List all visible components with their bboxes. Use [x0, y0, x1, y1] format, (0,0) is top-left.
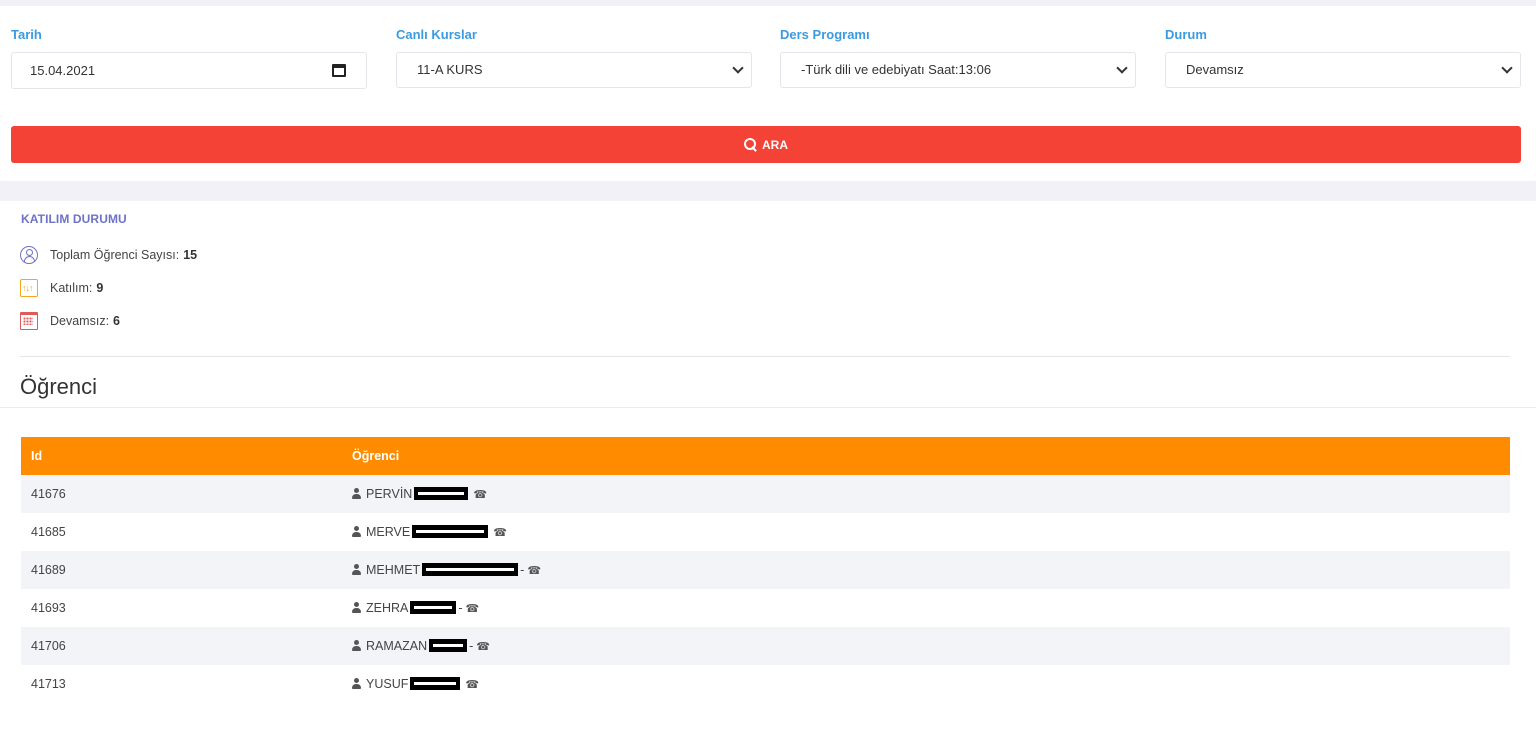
- total-students-stat: Toplam Öğrenci Sayısı: 15: [20, 246, 197, 264]
- separator-dash: -: [520, 563, 525, 577]
- table-body: 41676 PERVİN ☎ 41685 MERVE ☎ 41689 MEHMET - ☎ 4169…: [21, 475, 1510, 703]
- schedule-value: -Türk dili ve edebiyatı Saat:13:06: [801, 62, 992, 77]
- search-button[interactable]: ARA: [11, 126, 1521, 163]
- student-name: YUSUF: [366, 677, 409, 691]
- student-cell: MEHMET - ☎: [342, 551, 1510, 589]
- phone-icon[interactable]: ☎: [527, 565, 541, 577]
- course-field: Canlı Kurslar 11-A KURS: [396, 27, 752, 88]
- user-icon: [352, 564, 362, 575]
- table-header-row: Id Öğrenci: [21, 437, 1510, 475]
- sliders-icon: [20, 279, 38, 297]
- course-label: Canlı Kurslar: [396, 27, 477, 42]
- date-field: Tarih 15.04.2021: [11, 27, 367, 89]
- redacted-surname: [429, 639, 468, 652]
- student-name: PERVİN: [366, 487, 413, 501]
- total-students-value: 15: [183, 248, 198, 262]
- date-input[interactable]: 15.04.2021: [11, 52, 367, 89]
- student-name: ZEHRA: [366, 601, 409, 615]
- user-icon: [352, 526, 362, 537]
- redacted-surname: [414, 487, 469, 500]
- attendance-title: KATILIM DURUMU: [21, 212, 127, 226]
- user-icon: [352, 678, 362, 689]
- present-stat: Katılım: 9: [20, 279, 103, 297]
- student-id: 41693: [31, 601, 66, 615]
- chevron-down-icon: [732, 62, 744, 74]
- student-name: MERVE: [366, 525, 411, 539]
- calendar-grid-icon: [20, 312, 38, 330]
- student-cell: ZEHRA - ☎: [342, 589, 1510, 627]
- user-icon: [352, 640, 362, 651]
- divider: [20, 356, 1510, 357]
- student-cell: YUSUF ☎: [342, 665, 1510, 703]
- absent-stat: Devamsız: 6: [20, 312, 120, 330]
- status-select[interactable]: Devamsız: [1165, 52, 1521, 88]
- redacted-surname: [410, 601, 457, 614]
- status-label: Durum: [1165, 27, 1207, 42]
- table-row[interactable]: 41693 ZEHRA - ☎: [21, 589, 1510, 627]
- redacted-surname: [422, 563, 519, 576]
- student-name: MEHMET: [366, 563, 421, 577]
- schedule-select[interactable]: -Türk dili ve edebiyatı Saat:13:06: [780, 52, 1136, 88]
- redacted-surname: [412, 525, 489, 538]
- total-students-label: Toplam Öğrenci Sayısı:: [50, 248, 180, 262]
- student-cell: MERVE ☎: [342, 513, 1510, 551]
- search-icon: [744, 137, 758, 152]
- date-value: 15.04.2021: [30, 63, 96, 78]
- schedule-field: Ders Programı -Türk dili ve edebiyatı Sa…: [780, 27, 1136, 88]
- divider: [0, 407, 1536, 408]
- calendar-icon[interactable]: [332, 64, 346, 77]
- course-select[interactable]: 11-A KURS: [396, 52, 752, 88]
- table-row[interactable]: 41685 MERVE ☎: [21, 513, 1510, 551]
- table-row[interactable]: 41706 RAMAZAN - ☎: [21, 627, 1510, 665]
- student-id: 41676: [21, 475, 342, 513]
- absent-label: Devamsız:: [50, 314, 110, 328]
- chevron-down-icon: [1501, 62, 1513, 74]
- user-icon: [352, 602, 362, 613]
- content-panel: KATILIM DURUMU Toplam Öğrenci Sayısı: 15…: [0, 201, 1536, 741]
- student-id: 41713: [31, 677, 66, 691]
- student-name: RAMAZAN: [366, 639, 428, 653]
- user-circle-icon: [20, 246, 38, 264]
- filter-panel: Tarih 15.04.2021 Canlı Kurslar 11-A KURS…: [0, 6, 1536, 181]
- students-title: Öğrenci: [20, 374, 98, 399]
- present-label: Katılım:: [50, 281, 93, 295]
- table-row[interactable]: 41676 PERVİN ☎: [21, 475, 1510, 513]
- user-icon: [352, 488, 362, 499]
- phone-icon[interactable]: ☎: [476, 641, 490, 653]
- student-id: 41706: [21, 627, 342, 665]
- phone-icon[interactable]: ☎: [473, 489, 487, 501]
- absent-value: 6: [113, 314, 120, 328]
- column-header-id[interactable]: Id: [21, 437, 342, 475]
- phone-icon[interactable]: ☎: [466, 603, 480, 615]
- students-table: Id Öğrenci 41676 PERVİN ☎ 41685 MERVE ☎ 41689 M…: [21, 437, 1510, 703]
- separator-dash: -: [458, 601, 463, 615]
- phone-icon[interactable]: ☎: [465, 679, 479, 691]
- chevron-down-icon: [1116, 62, 1128, 74]
- schedule-label: Ders Programı: [780, 27, 870, 42]
- phone-icon[interactable]: ☎: [493, 527, 507, 539]
- search-button-label: ARA: [762, 137, 788, 152]
- student-cell: PERVİN ☎: [342, 475, 1510, 513]
- status-value: Devamsız: [1186, 62, 1244, 77]
- status-field: Durum Devamsız: [1165, 27, 1521, 88]
- redacted-surname: [410, 677, 461, 690]
- student-id: 41689: [21, 551, 342, 589]
- table-row[interactable]: 41713 YUSUF ☎: [21, 665, 1510, 703]
- column-header-student[interactable]: Öğrenci: [342, 437, 1510, 475]
- course-value: 11-A KURS: [417, 62, 483, 77]
- student-id: 41685: [31, 525, 66, 539]
- table-row[interactable]: 41689 MEHMET - ☎: [21, 551, 1510, 589]
- present-value: 9: [96, 281, 104, 295]
- student-cell: RAMAZAN - ☎: [342, 627, 1510, 665]
- separator-dash: -: [469, 639, 474, 653]
- date-label: Tarih: [11, 27, 42, 42]
